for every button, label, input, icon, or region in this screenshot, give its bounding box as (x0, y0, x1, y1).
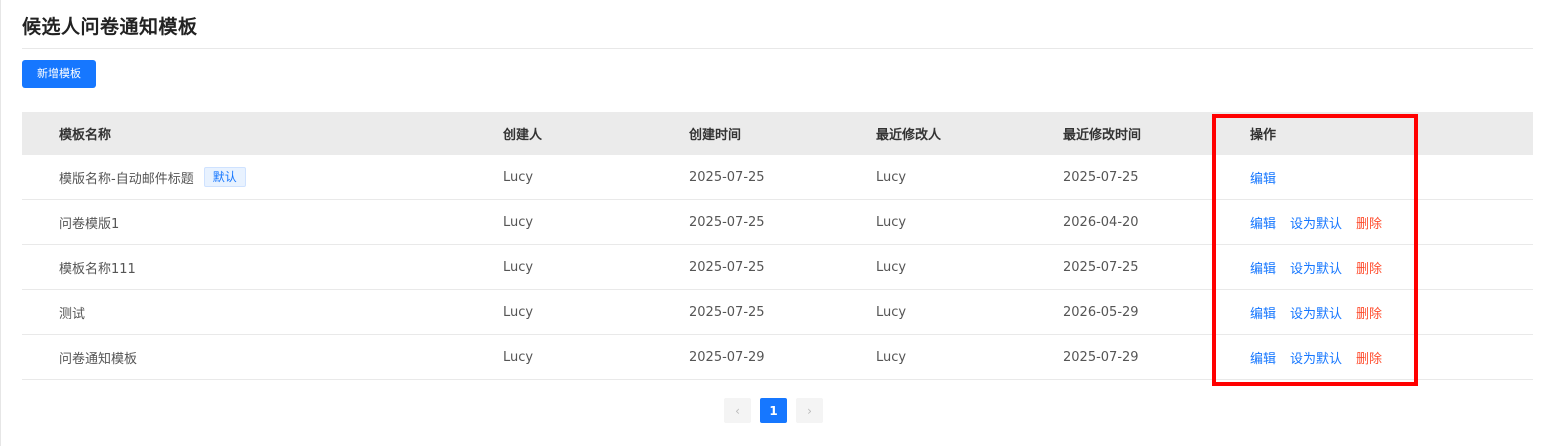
delete-link[interactable]: 删除 (1356, 303, 1382, 322)
prev-page-icon[interactable]: ‹ (724, 398, 751, 423)
default-tag: 默认 (203, 167, 246, 187)
table-row: 模板名称111 Lucy 2025-07-25 Lucy 2025-07-25 … (22, 245, 1533, 290)
column-header-modifier: 最近修改人 (876, 128, 942, 143)
edit-link[interactable]: 编辑 (1250, 168, 1276, 187)
table-header: 模板名称 创建人 创建时间 最近修改人 最近修改时间 操作 (22, 112, 1533, 155)
title-divider (22, 48, 1533, 49)
created-time-cell: 2025-07-25 (689, 169, 765, 185)
left-border (0, 0, 1, 446)
template-name-cell: 测试 (59, 306, 86, 322)
template-table: 模板名称 创建人 创建时间 最近修改人 最近修改时间 操作 模版名称-自动邮件标… (22, 112, 1533, 380)
table-row: 模版名称-自动邮件标题 默认 Lucy 2025-07-25 Lucy 2025… (22, 155, 1533, 200)
actions-cell: 编辑 设为默认 删除 (1250, 335, 1396, 379)
table-row: 问卷模版1 Lucy 2025-07-25 Lucy 2026-04-20 编辑… (22, 200, 1533, 245)
set-default-link[interactable]: 设为默认 (1290, 213, 1342, 232)
actions-cell: 编辑 设为默认 删除 (1250, 200, 1396, 244)
pagination: ‹ 1 › (724, 398, 823, 423)
page-title: 候选人问卷通知模板 (22, 16, 198, 38)
page-number-current[interactable]: 1 (760, 398, 787, 423)
created-time-cell: 2025-07-29 (689, 349, 765, 365)
set-default-link[interactable]: 设为默认 (1290, 348, 1342, 367)
column-header-modified: 最近修改时间 (1063, 128, 1142, 143)
modified-time-cell: 2025-07-29 (1063, 349, 1139, 365)
modifier-cell: Lucy (876, 214, 907, 230)
edit-link[interactable]: 编辑 (1250, 303, 1276, 322)
modified-time-cell: 2026-05-29 (1063, 304, 1139, 320)
page: 候选人问卷通知模板 新增模板 模板名称 创建人 创建时间 最近修改人 最近修改时… (0, 0, 1555, 446)
column-header-actions: 操作 (1250, 128, 1277, 143)
actions-cell: 编辑 设为默认 删除 (1250, 245, 1396, 289)
actions-cell: 编辑 (1250, 155, 1290, 199)
table-row: 问卷通知模板 Lucy 2025-07-29 Lucy 2025-07-29 编… (22, 335, 1533, 380)
template-name-cell: 模板名称111 (59, 261, 136, 277)
creator-cell: Lucy (503, 214, 534, 230)
next-page-icon[interactable]: › (796, 398, 823, 423)
modifier-cell: Lucy (876, 349, 907, 365)
column-header-creator: 创建人 (503, 128, 543, 143)
column-header-created: 创建时间 (689, 128, 742, 143)
modified-time-cell: 2025-07-25 (1063, 169, 1139, 185)
template-name-cell: 问卷通知模板 (59, 351, 138, 367)
table-row: 测试 Lucy 2025-07-25 Lucy 2026-05-29 编辑 设为… (22, 290, 1533, 335)
template-name-cell: 模版名称-自动邮件标题 默认 (59, 155, 246, 199)
created-time-cell: 2025-07-25 (689, 304, 765, 320)
modifier-cell: Lucy (876, 259, 907, 275)
delete-link[interactable]: 删除 (1356, 213, 1382, 232)
modified-time-cell: 2026-04-20 (1063, 214, 1139, 230)
actions-cell: 编辑 设为默认 删除 (1250, 290, 1396, 334)
created-time-cell: 2025-07-25 (689, 259, 765, 275)
edit-link[interactable]: 编辑 (1250, 258, 1276, 277)
modified-time-cell: 2025-07-25 (1063, 259, 1139, 275)
modifier-cell: Lucy (876, 169, 907, 185)
creator-cell: Lucy (503, 304, 534, 320)
edit-link[interactable]: 编辑 (1250, 348, 1276, 367)
set-default-link[interactable]: 设为默认 (1290, 303, 1342, 322)
template-name: 模版名称-自动邮件标题 (59, 171, 194, 187)
delete-link[interactable]: 删除 (1356, 258, 1382, 277)
template-name-cell: 问卷模版1 (59, 216, 120, 232)
created-time-cell: 2025-07-25 (689, 214, 765, 230)
modifier-cell: Lucy (876, 304, 907, 320)
creator-cell: Lucy (503, 349, 534, 365)
creator-cell: Lucy (503, 169, 534, 185)
delete-link[interactable]: 删除 (1356, 348, 1382, 367)
edit-link[interactable]: 编辑 (1250, 213, 1276, 232)
add-template-button[interactable]: 新增模板 (22, 60, 96, 88)
column-header-name: 模板名称 (59, 128, 112, 143)
creator-cell: Lucy (503, 259, 534, 275)
set-default-link[interactable]: 设为默认 (1290, 258, 1342, 277)
